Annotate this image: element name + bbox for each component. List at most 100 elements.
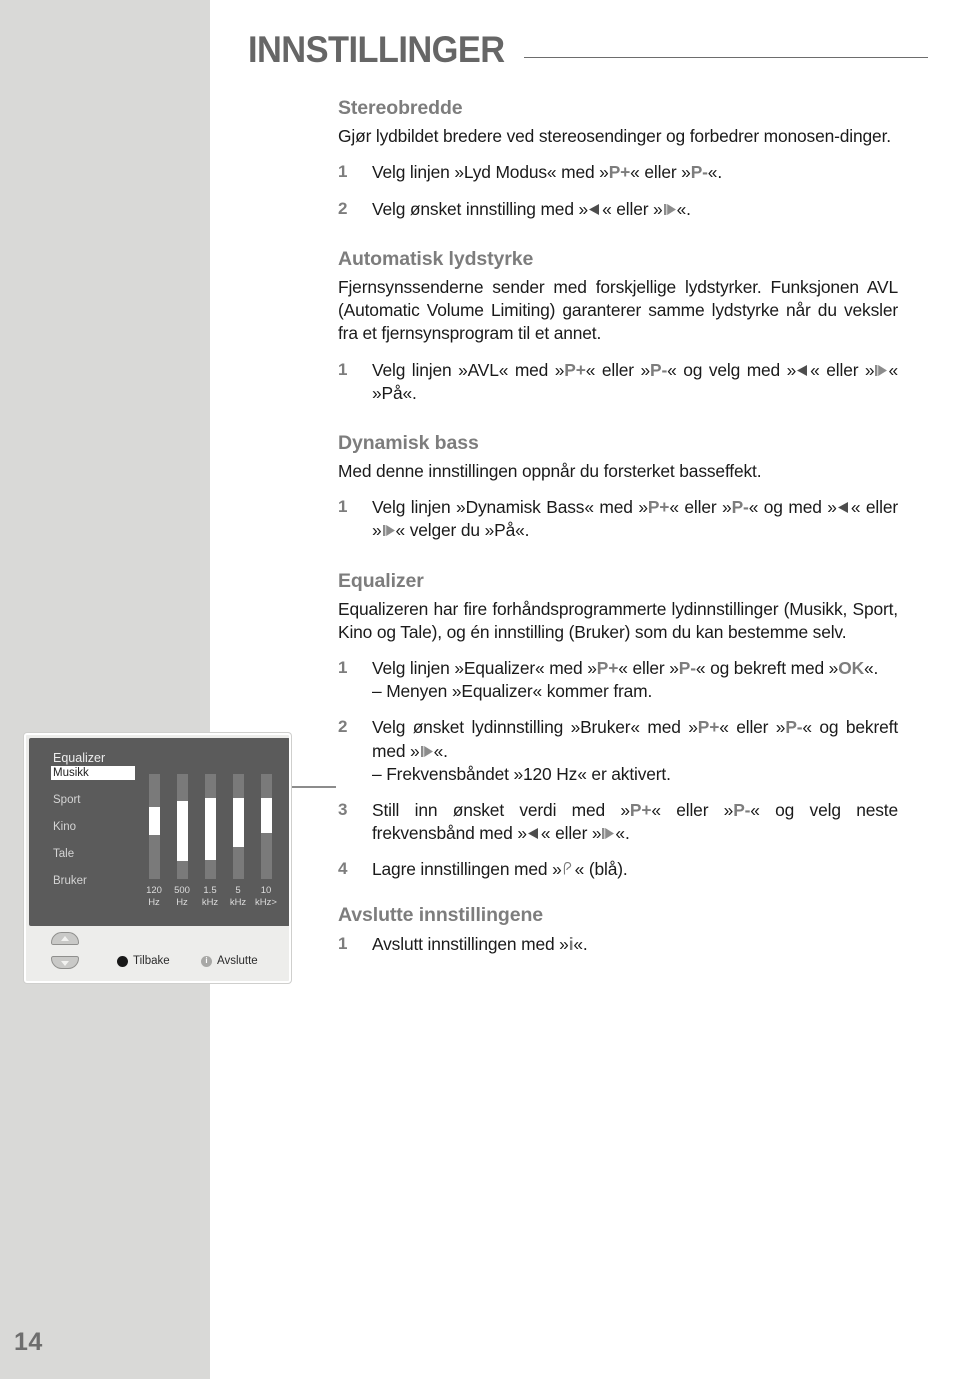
equalizer-band-slider-10khz[interactable] [261,774,272,879]
step-text: Lagre innstillingen med » « (blå). [372,858,898,881]
key-p-minus: P- [733,799,751,820]
key-p-plus: P+ [647,497,670,518]
equalizer-band-slider-500hz[interactable] [177,774,188,879]
step-text-part: « eller » [540,823,602,844]
equalizer-band-level [177,801,188,862]
arrow-right-icon [874,364,888,377]
step-number: 3 [338,799,348,819]
section-heading-avslutte: Avslutte innstillingene [338,904,544,927]
key-p-plus: P+ [564,359,586,380]
section-heading-stereobredde: Stereobredde [338,97,463,119]
triangle-down-icon [61,961,69,966]
step-number: 1 [338,162,348,182]
step-text-part: « eller » [630,162,691,183]
step-text-part: « (blå). [574,859,628,880]
step-text: Velg linjen »AVL« med »P+« eller »P-« og… [372,359,898,405]
equalizer-screenshot: Equalizer Musikk Sport Kino Tale Bruker … [24,733,291,983]
step-text: Velg linjen »Dynamisk Bass« med »P+« ell… [372,496,898,542]
arrow-left-icon [527,827,541,840]
key-p-minus: P- [731,497,749,518]
rocker-up-button[interactable] [51,932,79,945]
step-text-part: «. [615,823,630,844]
exit-button[interactable]: i Avslutte [201,955,258,967]
title-rule [523,56,928,58]
equalizer-band-level [205,798,216,861]
equalizer-band-slider-5khz[interactable] [233,774,244,879]
step-text: Velg ønsket lydinnstilling »Bruker« med … [372,716,898,762]
step-subnote: – Menyen »Equalizer« kommer fram. [372,681,653,702]
key-p-plus: P+ [596,658,619,679]
rocker-down-button[interactable] [51,956,79,969]
callout-connector-line [291,786,336,788]
step-text: Avslutt innstillingen med »i«. [372,933,898,956]
arrow-left-icon [837,501,851,514]
step-text-part: «. [433,740,448,761]
arrow-right-icon [382,524,396,537]
section-heading-equalizer: Equalizer [338,569,424,592]
equalizer-band-slider-1-5khz[interactable] [205,774,216,879]
step-text-part: Velg linjen »Dynamisk Bass« med » [372,497,648,518]
step-text-part: « og bekreft med » [695,658,839,679]
step-text-part: « og med » [748,497,837,518]
section-heading-dynamisk-bass: Dynamisk bass [338,431,479,454]
section-intro-dynamisk-bass: Med denne innstillingen oppnår du forste… [338,461,762,482]
blue-key-icon [562,861,575,876]
arrow-left-icon [796,364,810,377]
equalizer-menu-screen: Equalizer Musikk Sport Kino Tale Bruker … [29,738,289,926]
equalizer-footer-bar: Tilbake i Avslutte [29,929,289,979]
step-text-part: « eller » [618,658,679,679]
red-dot-icon [117,955,128,967]
content-column: Stereobredde Gjør lydbildet bredere ved … [338,96,898,956]
step-text-part: Lagre innstillingen med » [372,859,562,880]
step-text-part: Velg linjen »Equalizer« med » [372,658,597,679]
step-item: 1 Velg linjen »Lyd Modus« med »P+« eller… [338,161,898,184]
step-text: Velg linjen »Lyd Modus« med »P+« eller »… [372,161,898,184]
step-text-part: « eller » [810,359,875,380]
step-text-part: «. [863,658,879,679]
key-p-minus: P- [678,658,696,679]
step-number: 2 [338,198,348,218]
step-text: Velg ønsket innstilling med » « eller » «. [372,198,898,221]
step-subnote: – Frekvensbåndet »120 Hz« er aktivert. [372,763,671,784]
triangle-up-icon [61,936,69,941]
step-number: 1 [338,359,348,379]
back-button-label: Tilbake [133,955,170,967]
info-icon: i [201,955,212,967]
step-item: 1 Velg linjen »Dynamisk Bass« med »P+« e… [338,496,898,542]
arrow-right-icon [601,827,615,840]
key-p-minus: P- [650,359,668,380]
equalizer-band-label-10khz: 10 kHz> [249,885,283,909]
step-text-part: « eller » [585,359,651,380]
equalizer-band-slider-120hz[interactable] [149,774,160,879]
key-ok: OK [838,658,864,679]
exit-button-label: Avslutte [217,955,258,967]
step-text-part: « velger du »På«. [395,520,530,541]
step-text: Still inn ønsket verdi med »P+ « eller » P… [372,799,898,845]
equalizer-menu-item-tale[interactable]: Tale [53,848,74,860]
equalizer-menu-item-kino[interactable]: Kino [53,821,76,833]
key-p-plus: P+ [608,162,631,183]
step-text-part: «. [707,162,723,183]
equalizer-band-level [149,806,160,835]
equalizer-menu-item-sport[interactable]: Sport [53,794,81,806]
step-number: 1 [338,497,348,517]
back-button[interactable]: Tilbake [117,955,170,967]
step-text-part: «. [676,198,691,219]
equalizer-menu-item-musikk[interactable]: Musikk [51,766,135,780]
key-p-plus: P+ [629,799,652,820]
step-text-part: Velg ønsket innstilling med » [372,198,589,219]
band-label-value: 10 [260,885,272,896]
page-title: INNSTILLINGER [248,28,505,70]
key-p-minus: P- [785,717,803,738]
step-text-part: Still inn ønsket verdi med » [372,799,630,820]
step-item: 4 Lagre innstillingen med » « (blå). [338,858,898,881]
equalizer-menu-item-bruker[interactable]: Bruker [53,875,87,887]
step-number: 2 [338,717,348,737]
page-number: 14 [14,1328,43,1356]
step-item: 3 Still inn ønsket verdi med »P+ « eller … [338,799,898,845]
arrow-right-icon [663,203,677,216]
arrow-right-icon [420,745,434,758]
band-label-unit: kHz> [255,896,277,908]
equalizer-band-level [261,798,272,833]
step-number: 1 [338,933,348,953]
